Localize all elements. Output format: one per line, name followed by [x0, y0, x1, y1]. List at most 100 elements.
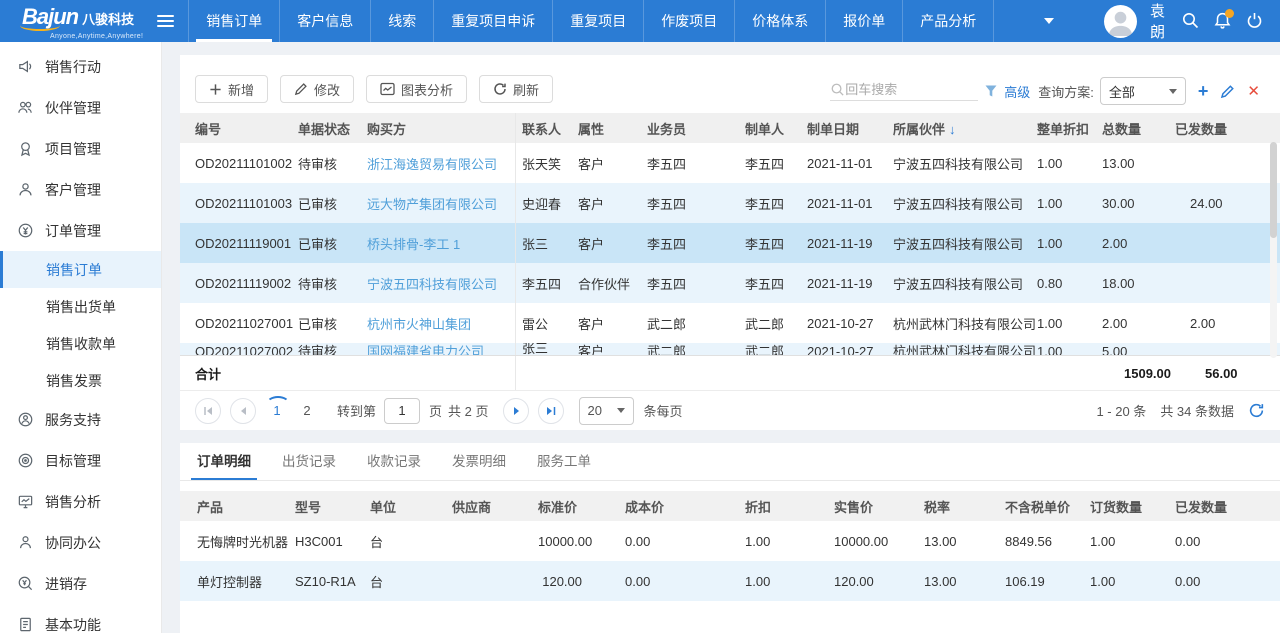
avatar[interactable]: [1104, 5, 1137, 38]
order-row[interactable]: OD20211027001 已审核 杭州市火神山集团 雷公 客户 武二郎 武二郎…: [180, 303, 1280, 343]
order-attribute: 客户: [578, 194, 647, 213]
delete-scheme-button[interactable]: ✕: [1247, 84, 1260, 99]
order-row[interactable]: OD20211101003 已审核 远大物产集团有限公司 史迎春 客户 李五四 …: [180, 183, 1280, 223]
table-scrollbar[interactable]: [1270, 142, 1277, 358]
top-nav-item[interactable]: 客户信息: [279, 0, 370, 42]
hamburger-menu-icon[interactable]: [143, 0, 188, 42]
power-icon[interactable]: [1245, 11, 1264, 31]
notification-bell-icon[interactable]: [1213, 11, 1232, 31]
user-name[interactable]: 袁朗: [1150, 0, 1168, 42]
column-header[interactable]: 联系人: [515, 113, 578, 143]
edit-scheme-button[interactable]: [1220, 84, 1235, 99]
add-scheme-button[interactable]: +: [1198, 82, 1209, 100]
sidebar-item-service-support[interactable]: 服务支持: [0, 399, 161, 440]
column-header-label: 所属伙伴: [893, 122, 945, 137]
prev-page-icon: [237, 405, 249, 417]
filter-button[interactable]: [984, 84, 998, 98]
buyer-link[interactable]: 国网福建省电力公司: [367, 343, 515, 355]
column-header[interactable]: 总数量: [1102, 119, 1173, 138]
column-header[interactable]: 属性: [578, 119, 647, 138]
sidebar-item-sales-action[interactable]: 销售行动: [0, 46, 161, 87]
top-nav-item[interactable]: 线索: [370, 0, 433, 42]
column-header[interactable]: 已发数量: [1173, 119, 1265, 138]
scheme-select[interactable]: 全部: [1100, 77, 1186, 105]
order-discount: 1.00: [1037, 316, 1102, 331]
top-nav-item[interactable]: 产品分析: [902, 0, 993, 42]
sidebar-item-sales-analysis[interactable]: 销售分析: [0, 481, 161, 522]
column-header[interactable]: 单据状态: [298, 119, 367, 138]
sidebar-item-sales-invoice[interactable]: 销售发票: [0, 362, 161, 399]
chart-analysis-button[interactable]: 图表分析: [366, 75, 467, 103]
top-nav-item[interactable]: 作废项目: [643, 0, 734, 42]
reload-icon[interactable]: [1248, 402, 1265, 419]
buyer-link[interactable]: 桥头排骨-李工 1: [367, 234, 515, 253]
price-excl-tax: 8849.56: [1005, 534, 1090, 549]
page-size-select[interactable]: 20: [579, 397, 634, 425]
sidebar-item-goal-mgmt[interactable]: 目标管理: [0, 440, 161, 481]
column-header[interactable]: 业务员: [647, 119, 745, 138]
sidebar-item-inventory[interactable]: 进销存: [0, 563, 161, 604]
column-header[interactable]: 编号: [195, 119, 298, 138]
search-input[interactable]: [845, 82, 965, 97]
detail-table-body: 无悔牌时光机器 H3C001 台 10000.00 0.00 1.00 1000…: [180, 521, 1280, 601]
scrollbar-thumb[interactable]: [1270, 142, 1277, 238]
sidebar-item-sales-order[interactable]: 销售订单: [0, 251, 161, 288]
sidebar-item-partner-mgmt[interactable]: 伙伴管理: [0, 87, 161, 128]
goto-page-input[interactable]: [384, 398, 420, 424]
column-header[interactable]: 整单折扣: [1037, 119, 1102, 138]
order-row[interactable]: OD20211119002 待审核 宁波五四科技有限公司 李五四 合作伙伴 李五…: [180, 263, 1280, 303]
top-nav-item[interactable]: 销售订单: [188, 0, 279, 42]
buyer-link[interactable]: 远大物产集团有限公司: [367, 194, 515, 213]
column-header: 标准价: [538, 497, 625, 516]
sidebar-item-basic-functions[interactable]: 基本功能: [0, 604, 161, 633]
add-button[interactable]: 新增: [195, 75, 268, 103]
sidebar-item-project-mgmt[interactable]: 项目管理: [0, 128, 161, 169]
sidebar-item-collab-office[interactable]: 协同办公: [0, 522, 161, 563]
buyer-link[interactable]: 宁波五四科技有限公司: [367, 274, 515, 293]
detail-tab[interactable]: 收款记录: [367, 443, 421, 480]
order-salesperson: 李五四: [647, 154, 745, 173]
column-header-sorted[interactable]: 所属伙伴↓: [893, 119, 1037, 138]
edit-button[interactable]: 修改: [280, 75, 354, 103]
top-nav-item[interactable]: 价格体系: [734, 0, 825, 42]
last-page-icon: [545, 405, 557, 417]
top-nav-item[interactable]: 重复项目: [552, 0, 643, 42]
prev-page-button[interactable]: [230, 398, 256, 424]
detail-row[interactable]: 无悔牌时光机器 H3C001 台 10000.00 0.00 1.00 1000…: [180, 521, 1280, 561]
next-page-button[interactable]: [503, 398, 529, 424]
detail-tab[interactable]: 订单明细: [197, 443, 251, 480]
search-icon[interactable]: [1181, 11, 1200, 31]
price-excl-tax: 106.19: [1005, 574, 1090, 589]
page-number-1[interactable]: 1: [265, 403, 289, 418]
sidebar-item-customer-mgmt[interactable]: 客户管理: [0, 169, 161, 210]
order-partner: 宁波五四科技有限公司: [893, 234, 1037, 253]
refresh-button[interactable]: 刷新: [479, 75, 553, 103]
sidebar-item-sales-shipment[interactable]: 销售出货单: [0, 288, 161, 325]
detail-tab[interactable]: 发票明细: [452, 443, 506, 480]
order-discount: 1.00: [1037, 236, 1102, 251]
sidebar-item-sales-receipt[interactable]: 销售收款单: [0, 325, 161, 362]
order-row[interactable]: OD20211101002 待审核 浙江海逸贸易有限公司 张天笑 客户 李五四 …: [180, 143, 1280, 183]
column-header[interactable]: 制单人: [745, 119, 807, 138]
page-number-2[interactable]: 2: [295, 403, 319, 418]
sidebar-item-order-mgmt[interactable]: 订单管理: [0, 210, 161, 251]
advanced-search-link[interactable]: 高级: [1004, 82, 1030, 101]
brand-logo-text: Bajun: [22, 4, 78, 30]
product-model: SZ10-R1A: [295, 574, 370, 589]
top-nav-item[interactable]: 报价单: [825, 0, 902, 42]
order-row[interactable]: OD20211119001 已审核 桥头排骨-李工 1 张三 客户 李五四 李五…: [180, 223, 1280, 263]
detail-row[interactable]: 单灯控制器 SZ10-R1A 台 120.00 0.00 1.00 120.00…: [180, 561, 1280, 601]
first-page-button[interactable]: [195, 398, 221, 424]
buyer-link[interactable]: 浙江海逸贸易有限公司: [367, 154, 515, 173]
detail-tab[interactable]: 出货记录: [282, 443, 336, 480]
column-header[interactable]: 购买方: [367, 119, 515, 138]
column-header[interactable]: 制单日期: [807, 119, 893, 138]
nav-more-dropdown[interactable]: [993, 0, 1104, 42]
last-page-button[interactable]: [538, 398, 564, 424]
detail-tab[interactable]: 服务工单: [537, 443, 591, 480]
actual-price: 120.00: [834, 574, 924, 589]
buyer-link[interactable]: 杭州市火神山集团: [367, 314, 515, 333]
order-row[interactable]: OD20211027002 待审核 国网福建省电力公司 张三 客户 武二郎 武二…: [180, 343, 1280, 355]
shipped-qty: 0.00: [1175, 574, 1263, 589]
top-nav-item[interactable]: 重复项目申诉: [433, 0, 552, 42]
